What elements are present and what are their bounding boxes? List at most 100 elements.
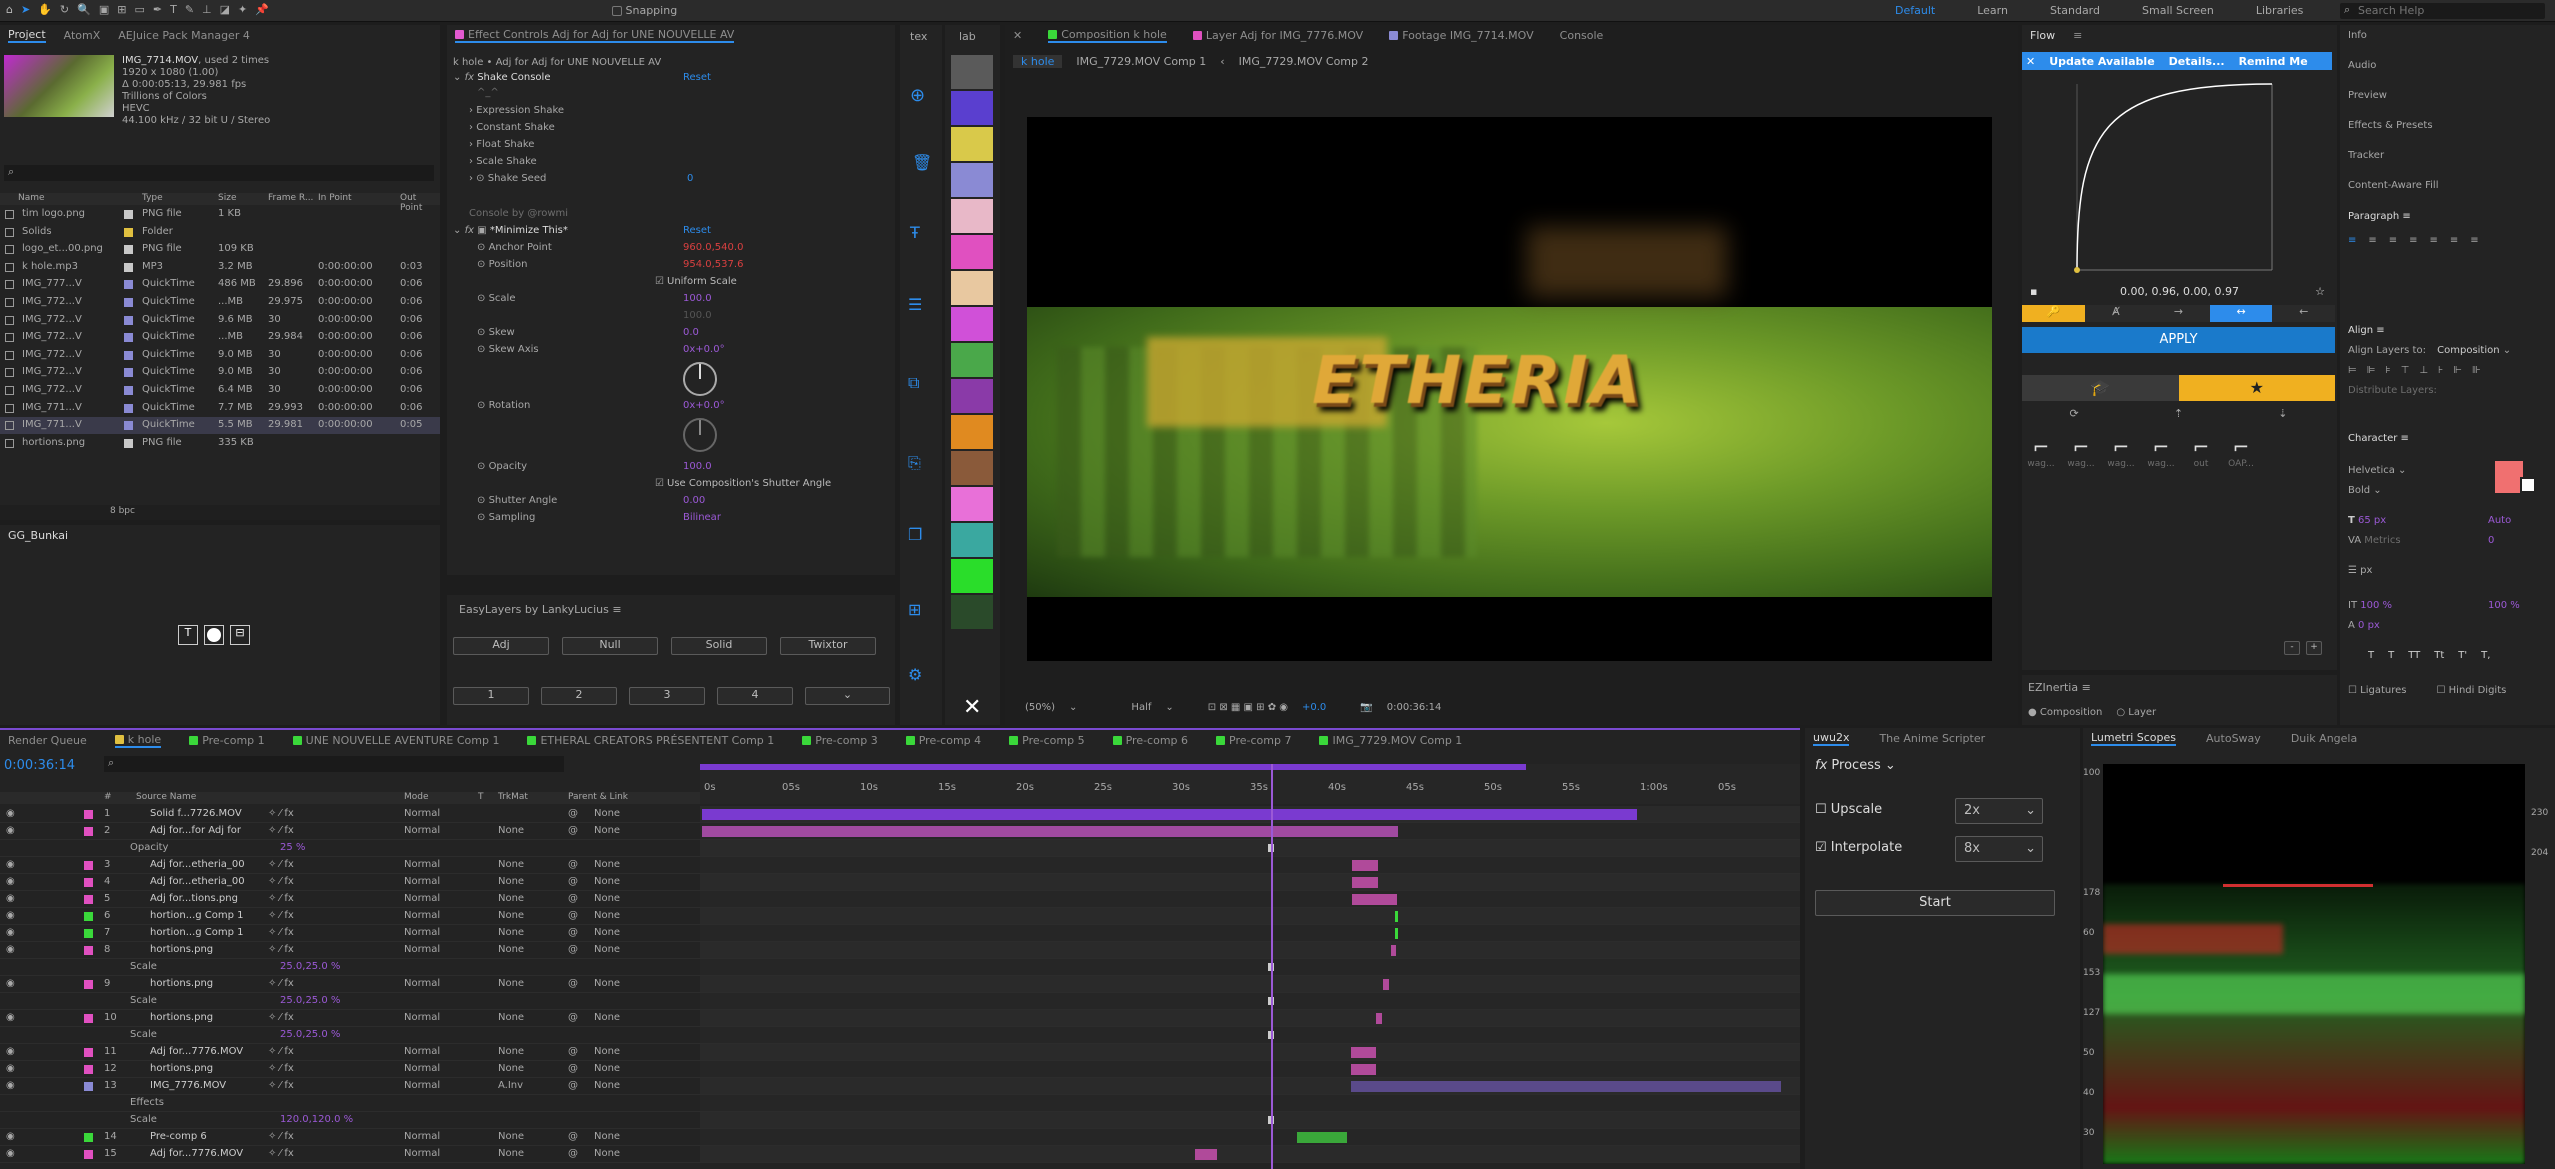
trkmat-select[interactable]: None xyxy=(498,978,524,989)
trkmat-select[interactable]: None xyxy=(498,1131,524,1142)
tab-autosway[interactable]: AutoSway xyxy=(2206,732,2261,745)
label-swatch[interactable] xyxy=(124,227,133,237)
project-search[interactable]: ⌕ xyxy=(4,165,434,181)
trkmat-select[interactable]: None xyxy=(498,944,524,955)
layer-bar[interactable] xyxy=(1351,1064,1376,1075)
trkmat-select[interactable]: None xyxy=(498,859,524,870)
swatch-green[interactable] xyxy=(951,343,993,377)
switches[interactable]: ✧ ⁄ fx xyxy=(268,808,294,819)
swatch-magenta[interactable] xyxy=(951,235,993,269)
label-swatch[interactable] xyxy=(84,1082,93,1091)
tab-lab[interactable]: lab xyxy=(959,30,976,43)
rotate-tool-icon[interactable]: ↻ xyxy=(60,3,69,16)
layer-property-row[interactable]: Scale 25.0,25.0 % xyxy=(0,1027,700,1044)
font-select[interactable]: Helvetica xyxy=(2348,465,2395,476)
layer-row[interactable]: ◉ 12 hortions.png ✧ ⁄ fx Normal None @ None xyxy=(0,1061,700,1078)
project-row[interactable]: IMG_777...V QuickTime 486 MB 29.896 0:00:00:… xyxy=(0,276,440,293)
blend-mode-select[interactable]: Normal xyxy=(404,927,440,938)
shake-sub-4[interactable]: › Scale Shake xyxy=(447,156,895,167)
twixtor-button[interactable]: Twixtor xyxy=(780,637,876,655)
layer-row[interactable]: ◉ 8 hortions.png ✧ ⁄ fx Normal None @ None xyxy=(0,942,700,959)
parent-select[interactable]: None xyxy=(594,927,620,938)
help-search-input[interactable] xyxy=(2358,4,2538,17)
timeline-tab[interactable]: Pre-comp 7 xyxy=(1216,734,1291,747)
label-swatch[interactable] xyxy=(84,895,93,904)
effect-property[interactable]: ⊙ Rotation 0x+0.0° xyxy=(447,400,895,411)
swatch-teal[interactable] xyxy=(951,523,993,557)
swatch-pink-light[interactable] xyxy=(951,199,993,233)
effect-property[interactable]: ⊙ Opacity 100.0 xyxy=(447,461,895,472)
label-swatch[interactable] xyxy=(84,827,93,836)
timeline-tab[interactable]: ETHERAL CREATORS PRÉSENTENT Comp 1 xyxy=(527,734,774,747)
label-swatch[interactable] xyxy=(124,280,133,290)
effect-value[interactable]: 100.0 xyxy=(683,461,712,472)
flow-learn-icon[interactable]: 🎓 xyxy=(2022,375,2179,401)
tab-effect-controls[interactable]: Effect Controls Adj for Adj for UNE NOUV… xyxy=(455,28,735,43)
flow-curve-editor[interactable] xyxy=(2022,70,2337,285)
shake-sub-2[interactable]: › Constant Shake xyxy=(447,122,895,133)
timeline-search[interactable]: ⌕ xyxy=(104,756,564,772)
workspace-standard[interactable]: Standard xyxy=(2050,4,2100,17)
visibility-icon[interactable]: ◉ xyxy=(6,1131,15,1142)
star-icon[interactable]: ☆ xyxy=(2315,285,2325,298)
stopwatch-icon[interactable]: ⊙ xyxy=(477,259,489,270)
parent-select[interactable]: None xyxy=(594,1012,620,1023)
switches[interactable]: ✧ ⁄ fx xyxy=(268,1131,294,1142)
col-name[interactable]: Name xyxy=(18,193,45,203)
playhead[interactable] xyxy=(1271,764,1273,1169)
parent-select[interactable]: None xyxy=(594,978,620,989)
pickwhip-icon[interactable]: @ xyxy=(568,978,578,989)
layer-bar[interactable] xyxy=(1352,894,1397,905)
upscale-checkbox[interactable]: ☐ Upscale xyxy=(1815,802,1882,817)
layer-row[interactable]: ◉ 2 Adj for...for Adj for ✧ ⁄ fx Normal None @… xyxy=(0,823,700,840)
label-swatch[interactable] xyxy=(124,333,133,343)
blend-mode-select[interactable]: Normal xyxy=(404,910,440,921)
layer-name[interactable]: hortions.png xyxy=(150,1012,213,1023)
apply-button[interactable]: APPLY xyxy=(2022,327,2335,353)
effect-property[interactable]: ⊙ Shutter Angle 0.00 xyxy=(447,495,895,506)
trkmat-select[interactable]: None xyxy=(498,893,524,904)
details-link[interactable]: Details... xyxy=(2169,55,2225,68)
crumb-comp-2[interactable]: IMG_7729.MOV Comp 2 xyxy=(1239,55,1369,68)
pickwhip-icon[interactable]: @ xyxy=(568,1012,578,1023)
switches[interactable]: ✧ ⁄ fx xyxy=(268,1012,294,1023)
pickwhip-icon[interactable]: @ xyxy=(568,1046,578,1057)
layer-bar[interactable] xyxy=(1376,1013,1382,1024)
reset-link[interactable]: Reset xyxy=(683,72,711,83)
char-style-button[interactable]: T xyxy=(2388,650,2394,661)
effect-value[interactable]: 954.0,537.6 xyxy=(683,259,743,270)
stroke-color-swatch[interactable] xyxy=(2520,477,2536,493)
brush-tool-icon[interactable]: ✎ xyxy=(185,3,194,16)
layer-bar[interactable] xyxy=(1395,911,1398,922)
char-style-button[interactable]: T, xyxy=(2481,650,2490,661)
effect-value[interactable]: 0.00 xyxy=(683,495,705,506)
blend-mode-select[interactable]: Normal xyxy=(404,859,440,870)
media-button[interactable]: ⊟ xyxy=(230,625,250,645)
tracking-value[interactable]: 0 xyxy=(2488,535,2494,546)
label-swatch[interactable] xyxy=(124,403,133,413)
switches[interactable]: ✧ ⁄ fx xyxy=(268,825,294,836)
char-style-button[interactable]: TT xyxy=(2408,650,2420,661)
layer-bar[interactable] xyxy=(1383,979,1389,990)
visibility-icon[interactable]: ◉ xyxy=(6,1080,15,1091)
stopwatch-icon[interactable]: ⊙ xyxy=(477,512,489,523)
project-row[interactable]: IMG_772...V QuickTime ...MB 29.975 0:00:00:0… xyxy=(0,294,440,311)
layer-name[interactable]: hortion...g Comp 1 xyxy=(150,910,244,921)
project-row[interactable]: k hole.mp3 MP3 3.2 MB 0:00:00:00 0:03 xyxy=(0,259,440,276)
flow-arrow-both-icon[interactable]: ↔ xyxy=(2209,305,2273,322)
effect-value[interactable]: 960.0,540.0 xyxy=(683,242,743,253)
crumb-comp-1[interactable]: IMG_7729.MOV Comp 1 xyxy=(1076,55,1206,68)
flow-image-icon[interactable]: ▪ xyxy=(2030,285,2037,298)
layer-name[interactable]: Adj for...tions.png xyxy=(150,893,238,904)
shake-seed-value[interactable]: 0 xyxy=(687,173,693,184)
layer-bar[interactable] xyxy=(702,809,1637,820)
pickwhip-icon[interactable]: @ xyxy=(568,1148,578,1159)
effect-property[interactable]: ⊙ Skew 0.0 xyxy=(447,327,895,338)
project-row[interactable]: hortions.png PNG file 335 KB xyxy=(0,435,440,452)
close-icon[interactable]: ✕ xyxy=(2026,55,2035,68)
download-icon[interactable]: ⇣ xyxy=(2278,407,2287,420)
trkmat-select[interactable]: None xyxy=(498,825,524,836)
blend-mode-select[interactable]: Normal xyxy=(404,808,440,819)
pickwhip-icon[interactable]: @ xyxy=(568,1131,578,1142)
visibility-icon[interactable]: ◉ xyxy=(6,893,15,904)
